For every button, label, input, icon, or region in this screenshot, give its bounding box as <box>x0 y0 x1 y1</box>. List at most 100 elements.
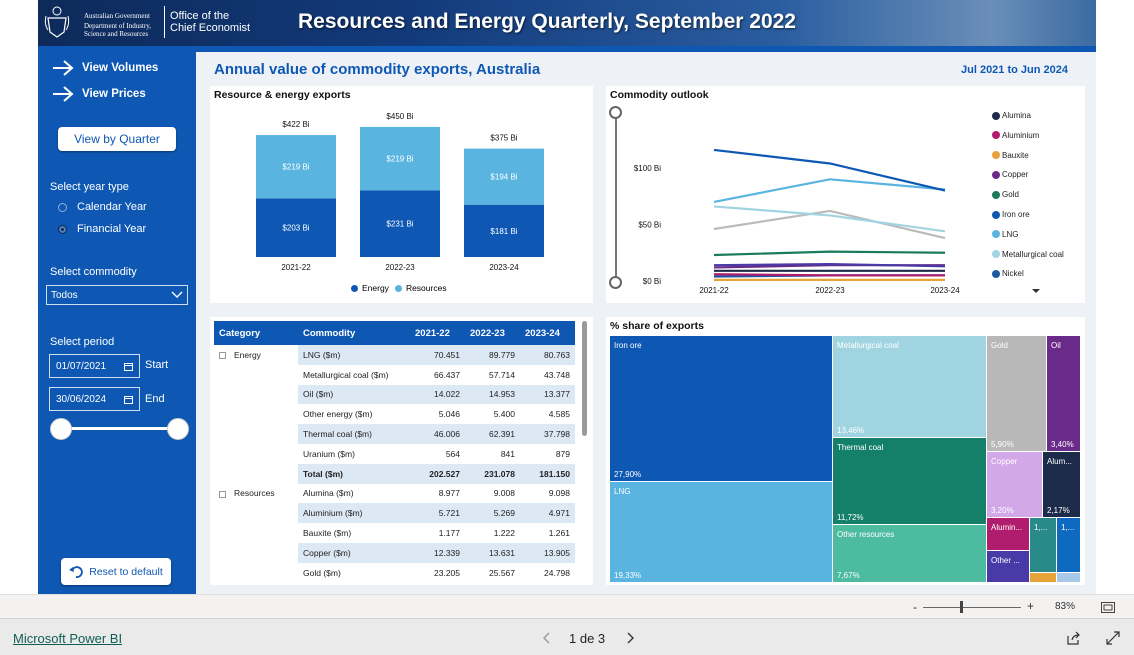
zoom-in-button[interactable]: + <box>1027 599 1034 613</box>
treemap-cell[interactable]: Alumin... <box>987 518 1029 550</box>
legend-item[interactable]: Bauxite <box>992 151 1029 160</box>
value-cell: 5.269 <box>465 503 520 524</box>
bar-category-label: 2021-22 <box>281 263 311 272</box>
value-cell: 181.150 <box>520 463 575 484</box>
category-cell <box>214 444 298 464</box>
zoom-slider-track[interactable] <box>923 607 1021 608</box>
column-header[interactable]: 2022-23 <box>465 321 520 345</box>
bar-energy-label: $181 Bi <box>490 227 517 236</box>
table-row: Oil ($m) 14.022 14.953 13.377 <box>214 384 575 405</box>
category-label: Resources <box>234 488 275 499</box>
commodity-cell: Uranium ($m) <box>303 448 355 459</box>
treemap-cell-name: Other ... <box>991 556 1020 565</box>
value-cell: 57.714 <box>489 369 515 380</box>
legend-item[interactable]: Iron ore <box>992 210 1030 219</box>
column-header[interactable]: 2021-22 <box>410 321 465 345</box>
treemap-cell[interactable]: 1,... <box>1030 518 1056 572</box>
treemap-cell[interactable]: Copper 3,20% <box>987 452 1042 517</box>
reset-button[interactable]: Reset to default <box>61 558 171 585</box>
expand-checkbox[interactable] <box>219 490 226 498</box>
legend-item[interactable]: Alumina <box>992 111 1031 120</box>
category-cell[interactable]: Energy <box>214 345 298 365</box>
legend-item[interactable]: Gold <box>992 190 1019 199</box>
category-cell <box>214 563 298 583</box>
legend-swatch <box>992 170 1000 179</box>
fit-page-icon[interactable] <box>1101 602 1115 613</box>
legend-scroll-down-icon[interactable] <box>1031 288 1041 294</box>
table-row: Bauxite ($m) 1.177 1.222 1.261 <box>214 523 575 543</box>
treemap-cell-small[interactable] <box>1057 573 1080 582</box>
table-row: Resources Alumina ($m) 8.977 9.008 9.098 <box>214 484 575 504</box>
value-cell: 43.748 <box>544 369 570 380</box>
view-prices-link[interactable]: View Prices <box>52 86 146 102</box>
value-cell: 24.798 <box>544 567 570 578</box>
bar-chart: $203 Bi $219 Bi $422 Bi 2021-22 $231 Bi $219 … <box>256 112 544 272</box>
legend-label: Bauxite <box>1002 150 1029 160</box>
category-cell <box>214 385 298 405</box>
treemap-cell-pct: 3,20% <box>991 506 1014 515</box>
table-scrollbar[interactable] <box>582 321 587 436</box>
page-indicator: 1 de 3 <box>569 631 606 646</box>
treemap-cell[interactable]: Alum... 2,17% <box>1043 452 1080 517</box>
legend-label: LNG <box>1002 229 1019 239</box>
view-by-quarter-button[interactable]: View by Quarter <box>58 127 176 151</box>
bar-resources-label: $219 Bi <box>282 163 309 172</box>
view-volumes-link[interactable]: View Volumes <box>52 60 158 76</box>
period-slider-track[interactable] <box>60 427 180 430</box>
page-heading: Annual value of commodity exports, Austr… <box>214 61 541 78</box>
legend-swatch <box>992 230 1000 239</box>
zoom-out-button[interactable]: - <box>913 600 917 614</box>
series-line[interactable] <box>713 250 946 257</box>
power-bi-link[interactable]: Microsoft Power BI <box>13 631 122 646</box>
treemap-cell[interactable]: Thermal coal 11,72% <box>833 438 986 524</box>
commodity-dropdown[interactable]: Todos <box>46 285 188 305</box>
end-date-input[interactable]: 30/06/2024 <box>49 387 140 411</box>
sidebar: View Volumes View Prices View by Quarter… <box>38 52 196 594</box>
radio-button[interactable] <box>58 202 67 212</box>
treemap-cell[interactable]: LNG 19,33% <box>610 482 832 582</box>
series-line[interactable] <box>713 148 946 192</box>
column-header[interactable]: Category <box>214 321 298 345</box>
treemap-cell-pct: 11,72% <box>837 513 864 522</box>
start-date-input[interactable]: 01/07/2021 <box>49 354 140 378</box>
legend-label: Gold <box>1002 190 1019 200</box>
radio-financial-year[interactable]: Financial Year <box>58 223 146 235</box>
treemap-cell[interactable]: Oil 3,40% <box>1047 336 1080 451</box>
legend-item[interactable]: Nickel <box>992 269 1024 278</box>
column-header[interactable]: 2023-24 <box>520 321 575 345</box>
treemap-cell-pct: 3,40% <box>1051 440 1074 449</box>
category-cell <box>214 464 298 484</box>
prev-page-icon[interactable] <box>542 632 550 644</box>
legend-item[interactable]: Aluminium <box>992 131 1039 140</box>
series-line[interactable] <box>713 273 945 277</box>
treemap-cell-small[interactable] <box>1030 573 1056 582</box>
reset-label: Reset to default <box>89 565 163 578</box>
treemap-cell[interactable]: 1,... <box>1057 518 1080 572</box>
radio-button-selected[interactable] <box>58 224 67 234</box>
zoom-level: 83% <box>1055 601 1076 612</box>
expand-checkbox[interactable] <box>219 352 226 360</box>
share-icon[interactable] <box>1066 631 1082 645</box>
next-page-icon[interactable] <box>627 632 635 644</box>
treemap-cell[interactable]: Metallurgical coal 13,46% <box>833 336 986 437</box>
treemap-cell[interactable]: Iron ore 27,90% <box>610 336 832 481</box>
category-cell <box>214 543 298 563</box>
legend-item[interactable]: Copper <box>992 170 1028 179</box>
legend-swatch <box>992 210 1000 219</box>
column-header[interactable]: Commodity <box>298 321 410 345</box>
category-cell[interactable]: Resources <box>214 484 298 504</box>
radio-calendar-year[interactable]: Calendar Year <box>58 201 147 213</box>
treemap-cell[interactable]: Other ... <box>987 551 1029 582</box>
share-treemap-card: % share of exports Iron ore 27,90% LNG 19,3… <box>606 317 1085 585</box>
zoom-slider-thumb[interactable] <box>960 601 963 613</box>
treemap-cell-name: 1,... <box>1061 523 1075 532</box>
period-slider-start-handle[interactable] <box>50 418 72 440</box>
treemap-cell[interactable]: Other resources 7,67% <box>833 525 986 582</box>
value-cell: 13.631 <box>465 542 520 563</box>
treemap-cell[interactable]: Gold 5,90% <box>987 336 1046 451</box>
fullscreen-icon[interactable] <box>1106 631 1120 645</box>
period-slider-end-handle[interactable] <box>167 418 189 440</box>
value-cell: 4.585 <box>548 409 570 420</box>
legend-item[interactable]: Metallurgical coal <box>992 250 1064 259</box>
legend-item[interactable]: LNG <box>992 230 1018 239</box>
